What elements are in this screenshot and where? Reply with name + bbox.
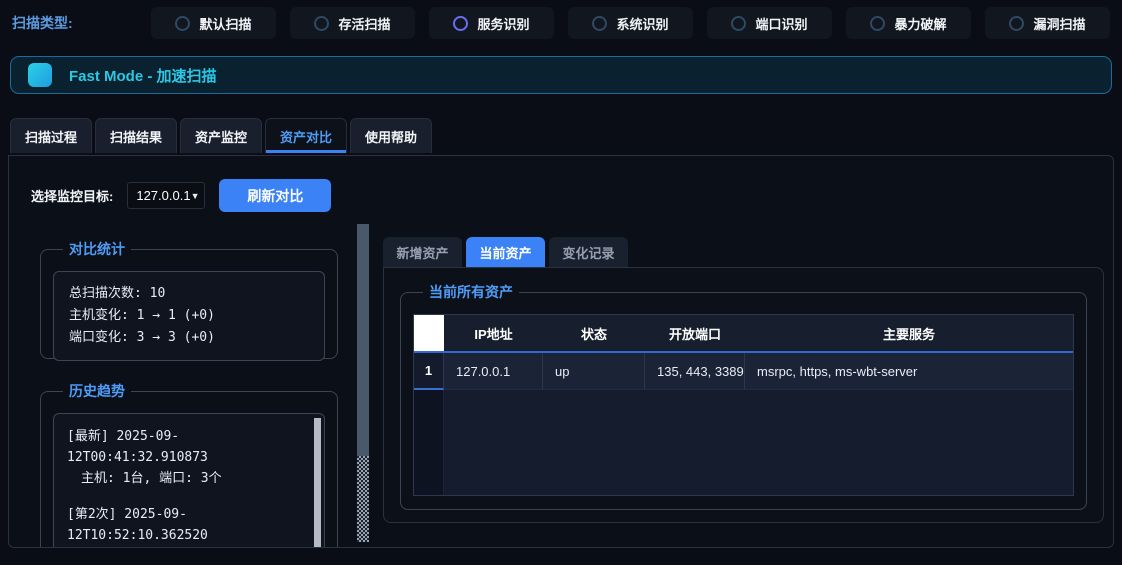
history-entry-title: [最新] 2025-09-12T00:41:32.910873 (67, 426, 306, 468)
radio-default-scan[interactable]: 默认扫描 (151, 7, 276, 39)
radio-label: 系统识别 (616, 14, 668, 33)
radio-icon-selected (453, 16, 468, 31)
tab-scan-result[interactable]: 扫描结果 (95, 118, 177, 153)
radio-icon (870, 16, 885, 31)
current-assets-legend: 当前所有资产 (423, 282, 519, 302)
target-row: 选择监控目标: 127.0.0.1 ▼ 刷新对比 (31, 179, 331, 212)
current-assets-panel: 当前所有资产 IP地址 状态 开放端口 主要服务 1 127.0.0.1 up … (383, 267, 1104, 523)
subtab-new-assets[interactable]: 新增资产 (383, 237, 462, 267)
subtab-current-assets[interactable]: 当前资产 (466, 237, 545, 267)
table-empty-body (444, 390, 1073, 495)
radio-label: 端口识别 (755, 14, 807, 33)
table-corner-cell[interactable] (414, 315, 444, 351)
tab-scan-process[interactable]: 扫描过程 (10, 118, 92, 153)
radio-os-detect[interactable]: 系统识别 (568, 7, 693, 39)
radio-service-detect[interactable]: 服务识别 (429, 7, 554, 39)
compare-stats-legend: 对比统计 (63, 239, 131, 259)
col-header-services[interactable]: 主要服务 (745, 315, 1073, 351)
subtab-change-records[interactable]: 变化记录 (549, 237, 628, 267)
history-entry: [最新] 2025-09-12T00:41:32.910873 主机: 1台, … (67, 426, 306, 489)
panel-scrollbar[interactable] (357, 224, 369, 542)
radio-port-detect[interactable]: 端口识别 (707, 7, 832, 39)
cell-services[interactable]: msrpc, https, ms-wbt-server (745, 353, 1073, 390)
target-select-value: 127.0.0.1 (136, 188, 190, 203)
tab-asset-compare[interactable]: 资产对比 (265, 118, 347, 153)
fast-mode-label: Fast Mode - 加速扫描 (69, 65, 217, 86)
panel-scrollbar-thumb[interactable] (357, 224, 369, 456)
radio-label: 默认扫描 (199, 14, 251, 33)
cell-ports[interactable]: 135, 443, 3389 (645, 353, 745, 390)
scan-type-radio-group: 默认扫描 存活扫描 服务识别 系统识别 端口识别 暴力破解 漏洞扫描 (151, 7, 1110, 39)
col-header-ports[interactable]: 开放端口 (645, 315, 745, 351)
history-scrollbar[interactable] (314, 418, 321, 548)
scan-type-row: 扫描类型: 默认扫描 存活扫描 服务识别 系统识别 端口识别 暴力破解 漏洞扫描 (0, 0, 1122, 40)
stat-total-scans: 总扫描次数: 10 (69, 283, 309, 305)
history-trend-legend: 历史趋势 (63, 381, 131, 401)
cell-status[interactable]: up (543, 353, 645, 390)
history-entry-detail: 主机: 1台, 端口: 3个 (67, 468, 306, 489)
assets-table-header: IP地址 状态 开放端口 主要服务 (414, 315, 1073, 353)
radio-label: 存活扫描 (338, 14, 390, 33)
target-label: 选择监控目标: (31, 186, 113, 205)
radio-vuln-scan[interactable]: 漏洞扫描 (985, 7, 1110, 39)
radio-brute-force[interactable]: 暴力破解 (846, 7, 971, 39)
row-number-cell[interactable]: 1 (414, 353, 444, 390)
table-row[interactable]: 1 127.0.0.1 up 135, 443, 3389 msrpc, htt… (414, 353, 1073, 390)
refresh-compare-button[interactable]: 刷新对比 (219, 179, 331, 212)
history-entry: [第2次] 2025-09-12T10:52:10.362520 主机: 1台,… (67, 504, 306, 548)
col-header-ip[interactable]: IP地址 (444, 315, 543, 351)
radio-icon (592, 16, 607, 31)
col-header-status[interactable]: 状态 (543, 315, 645, 351)
asset-subtabs: 新增资产 当前资产 变化记录 (383, 237, 628, 267)
tab-asset-monitor[interactable]: 资产监控 (180, 118, 262, 153)
table-empty-area (414, 390, 1073, 495)
stat-host-change: 主机变化: 1 → 1 (+0) (69, 305, 309, 327)
fast-mode-checkbox[interactable] (28, 63, 52, 87)
asset-compare-panel: 选择监控目标: 127.0.0.1 ▼ 刷新对比 对比统计 总扫描次数: 10 … (8, 155, 1114, 548)
scan-type-label: 扫描类型: (12, 13, 151, 33)
compare-stats-fieldset: 对比统计 总扫描次数: 10 主机变化: 1 → 1 (+0) 端口变化: 3 … (40, 239, 338, 359)
left-column: 对比统计 总扫描次数: 10 主机变化: 1 → 1 (+0) 端口变化: 3 … (40, 239, 338, 548)
table-empty-rowheader-strip (414, 390, 444, 495)
stat-port-change: 端口变化: 3 → 3 (+0) (69, 327, 309, 349)
radio-label: 服务识别 (477, 14, 529, 33)
radio-icon (175, 16, 190, 31)
radio-icon (1009, 16, 1024, 31)
radio-label: 漏洞扫描 (1033, 14, 1085, 33)
chevron-down-icon: ▼ (191, 191, 200, 201)
radio-alive-scan[interactable]: 存活扫描 (290, 7, 415, 39)
history-scrollbar-thumb[interactable] (314, 418, 321, 548)
radio-icon (314, 16, 329, 31)
history-trend-fieldset: 历史趋势 [最新] 2025-09-12T00:41:32.910873 主机:… (40, 381, 338, 548)
history-entry-detail: 主机: 1台, 端口: 3个 (67, 546, 306, 548)
history-trend-box[interactable]: [最新] 2025-09-12T00:41:32.910873 主机: 1台, … (53, 413, 325, 548)
current-assets-fieldset: 当前所有资产 IP地址 状态 开放端口 主要服务 1 127.0.0.1 up … (400, 282, 1087, 510)
compare-stats-box: 总扫描次数: 10 主机变化: 1 → 1 (+0) 端口变化: 3 → 3 (… (53, 271, 325, 361)
main-tabbar: 扫描过程 扫描结果 资产监控 资产对比 使用帮助 (10, 118, 1122, 153)
radio-label: 暴力破解 (894, 14, 946, 33)
cell-ip[interactable]: 127.0.0.1 (444, 353, 543, 390)
target-select[interactable]: 127.0.0.1 ▼ (127, 182, 205, 209)
tab-help[interactable]: 使用帮助 (350, 118, 432, 153)
fast-mode-banner: Fast Mode - 加速扫描 (10, 56, 1112, 94)
assets-table: IP地址 状态 开放端口 主要服务 1 127.0.0.1 up 135, 44… (413, 314, 1074, 496)
radio-icon (731, 16, 746, 31)
history-entry-title: [第2次] 2025-09-12T10:52:10.362520 (67, 504, 306, 546)
